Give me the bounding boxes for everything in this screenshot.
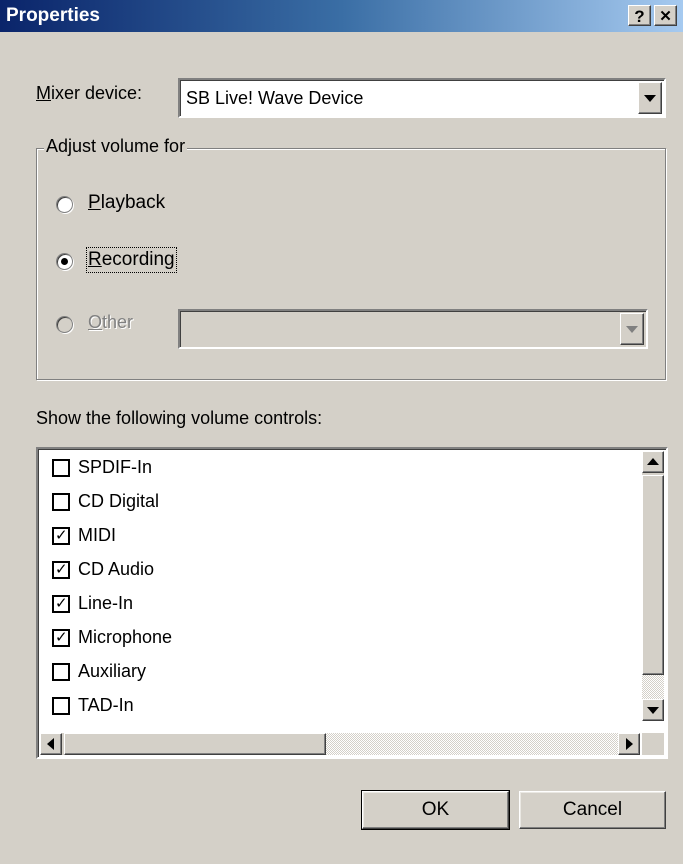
list-item-label: CD Audio — [78, 559, 155, 579]
radio-recording-mnemonic: R — [88, 249, 102, 270]
scroll-down-button[interactable] — [642, 699, 664, 721]
ok-button[interactable]: OK — [361, 790, 510, 830]
checkbox[interactable] — [52, 663, 70, 681]
radio-recording-label[interactable]: Recording — [86, 247, 177, 273]
radio-other-label[interactable]: Other — [88, 312, 133, 333]
list-item-label: CD Digital — [78, 491, 160, 511]
chevron-down-icon — [626, 326, 638, 333]
radio-playback[interactable] — [56, 196, 73, 213]
radio-selected-dot — [61, 258, 68, 265]
list-item-label: SPDIF-In — [78, 457, 153, 477]
checkbox[interactable] — [52, 493, 70, 511]
list-item-label: Microphone — [78, 627, 173, 647]
volume-controls-list[interactable]: SPDIF-In CD Digital ✓ MIDI ✓ CD Audio ✓ … — [36, 447, 668, 759]
list-item-label: MIDI — [78, 525, 116, 545]
horizontal-scroll-thumb[interactable] — [64, 733, 326, 755]
horizontal-scrollbar[interactable] — [40, 733, 640, 755]
check-icon: ✓ — [55, 628, 68, 646]
list-item-label: TAD-In — [78, 695, 134, 715]
vertical-scroll-track[interactable] — [642, 675, 664, 699]
vertical-scroll-thumb[interactable] — [642, 475, 664, 675]
radio-playback-label[interactable]: Playback — [88, 192, 165, 214]
scroll-up-button[interactable] — [642, 451, 664, 473]
mixer-device-value: SB Live! Wave Device — [186, 88, 364, 108]
other-device-dropdown-button[interactable] — [620, 313, 644, 345]
radio-recording-label-rest: ecording — [101, 249, 175, 270]
radio-playback-mnemonic: P — [88, 192, 101, 213]
radio-playback-label-rest: layback — [100, 192, 166, 213]
other-device-select[interactable] — [178, 309, 648, 349]
checkbox[interactable] — [52, 459, 70, 477]
checkbox[interactable]: ✓ — [52, 628, 70, 647]
help-button[interactable]: ? — [628, 5, 651, 26]
checkbox[interactable]: ✓ — [52, 594, 70, 613]
window-title: Properties — [6, 5, 100, 26]
list-item-label: Auxiliary — [78, 661, 147, 681]
check-icon: ✓ — [55, 560, 68, 578]
mixer-device-mnemonic: M — [36, 83, 51, 103]
scroll-right-button[interactable] — [618, 733, 640, 755]
mixer-device-label-rest: ixer device: — [51, 83, 143, 103]
checkbox[interactable]: ✓ — [52, 560, 70, 579]
cancel-button[interactable]: Cancel — [519, 791, 666, 829]
list-item-label: Line-In — [78, 593, 134, 613]
properties-dialog: Properties ? ✕ Mixer device: SB Live! Wa… — [0, 0, 683, 864]
close-button[interactable]: ✕ — [654, 5, 677, 26]
radio-other[interactable] — [56, 316, 73, 333]
adjust-volume-legend: Adjust volume for — [44, 136, 188, 157]
mixer-device-select[interactable]: SB Live! Wave Device — [178, 78, 666, 118]
radio-other-mnemonic: O — [88, 312, 103, 332]
radio-recording[interactable] — [56, 253, 73, 270]
arrow-right-icon — [626, 738, 633, 750]
check-icon: ✓ — [55, 594, 68, 612]
checkbox[interactable] — [52, 697, 70, 715]
check-icon: ✓ — [55, 526, 68, 544]
radio-other-label-rest: ther — [102, 312, 134, 332]
horizontal-scroll-track[interactable] — [326, 733, 618, 755]
chevron-down-icon — [644, 95, 656, 102]
arrow-down-icon — [647, 707, 659, 714]
title-bar[interactable]: Properties ? ✕ — [0, 0, 683, 32]
scroll-left-button[interactable] — [40, 733, 62, 755]
mixer-device-label: Mixer device: — [36, 83, 142, 104]
arrow-left-icon — [47, 738, 54, 750]
checkbox[interactable]: ✓ — [52, 526, 70, 545]
vertical-scrollbar[interactable] — [642, 451, 664, 721]
mixer-device-dropdown-button[interactable] — [638, 82, 662, 114]
arrow-up-icon — [647, 458, 659, 465]
volume-controls-label: Show the following volume controls: — [36, 408, 323, 428]
scrollbar-corner — [642, 733, 664, 755]
